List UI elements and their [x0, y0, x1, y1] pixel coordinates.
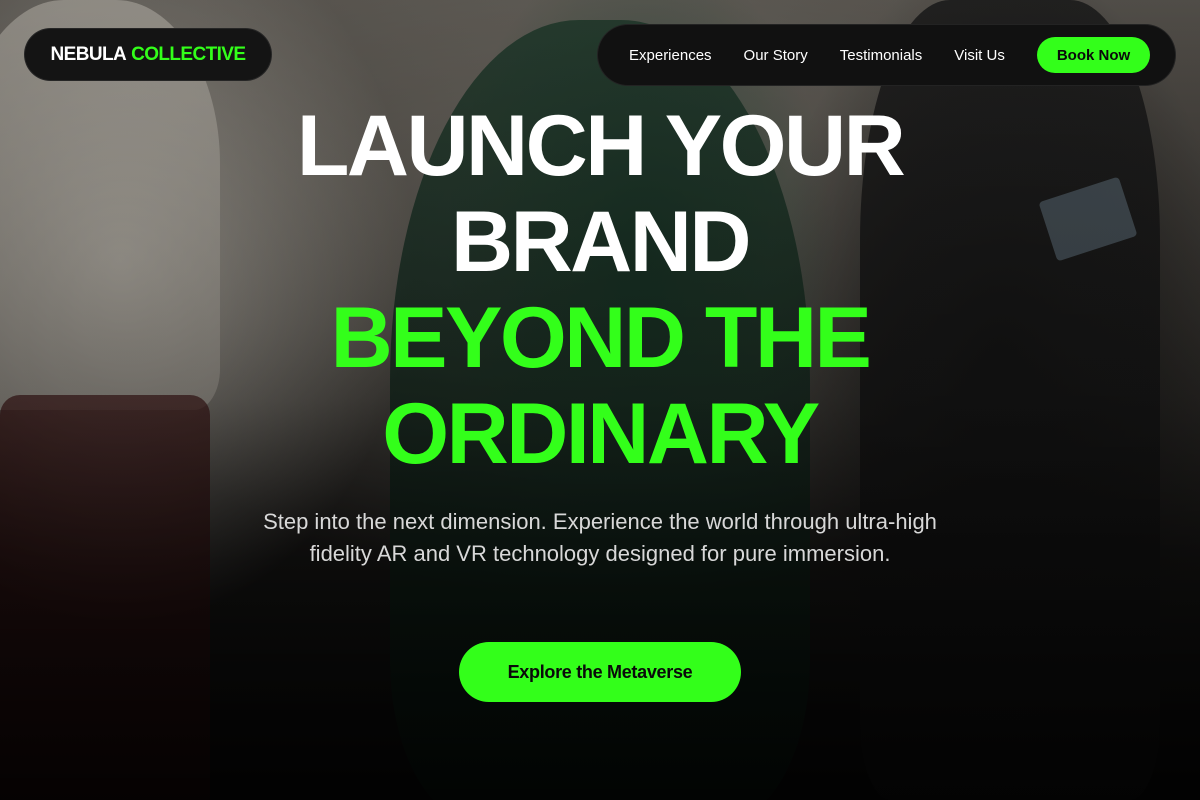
main-navigation: Experiences Our Story Testimonials Visit…	[597, 24, 1176, 86]
nav-link-testimonials[interactable]: Testimonials	[840, 47, 923, 64]
brand-logo[interactable]: NEBULA COLLECTIVE	[24, 28, 272, 81]
nav-link-visit-us[interactable]: Visit Us	[954, 47, 1005, 64]
headline-line-1: LAUNCH YOUR	[296, 98, 906, 194]
brand-name-accent: COLLECTIVE	[131, 43, 246, 65]
hero-subtext: Step into the next dimension. Experience…	[263, 509, 937, 566]
hero-headline: LAUNCH YOUR BRAND BEYOND THE ORDINARY	[0, 98, 1200, 482]
brand-name-primary: NEBULA	[50, 43, 127, 65]
explore-metaverse-button[interactable]: Explore the Metaverse	[459, 642, 741, 702]
headline-line-2: BRAND	[450, 194, 752, 290]
nav-link-our-story[interactable]: Our Story	[744, 47, 808, 64]
nav-link-experiences[interactable]: Experiences	[629, 47, 712, 64]
headline-line-3: BEYOND THE	[330, 290, 872, 386]
book-now-button[interactable]: Book Now	[1036, 37, 1151, 73]
hero-section: NEBULA COLLECTIVE Experiences Our Story …	[0, 0, 1200, 800]
headline-line-4: ORDINARY	[382, 386, 820, 482]
